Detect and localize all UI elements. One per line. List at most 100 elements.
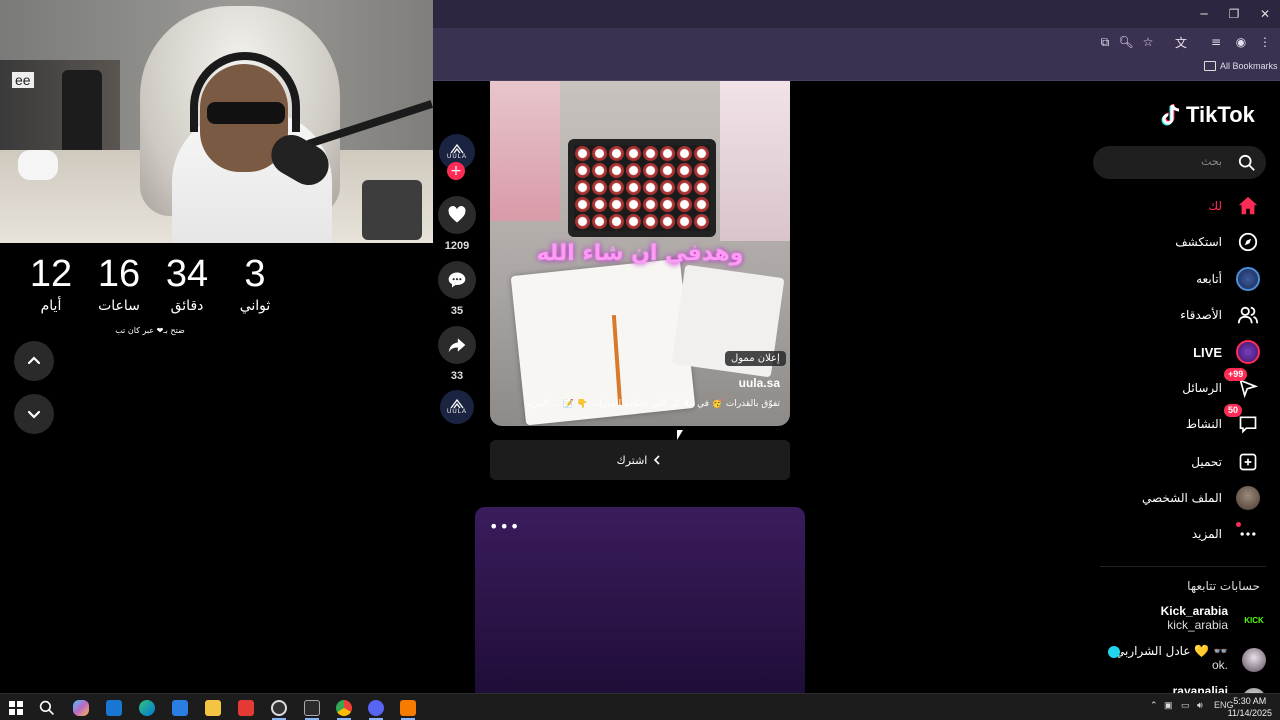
tiktok-logo[interactable]: TikTok	[1160, 102, 1255, 128]
taskbar-edge[interactable]	[134, 697, 160, 719]
taskbar-copilot[interactable]	[68, 697, 94, 719]
sound-disc[interactable]: UULA	[437, 390, 477, 424]
countdown-minutes: 34 دقائق	[154, 252, 220, 314]
restore-button[interactable]: ❐	[1219, 0, 1249, 28]
nav-more[interactable]: المزيد	[1192, 520, 1262, 548]
countdown-timer: 12 أيام 16 ساعات 34 دقائق 3 ثواني	[18, 252, 288, 314]
nav-label: استكشف	[1175, 235, 1222, 249]
account-name: عادل الشراربي 💛 👓	[1115, 644, 1228, 658]
minimize-button[interactable]: ─	[1189, 0, 1219, 28]
nav-messages[interactable]: الرسائل +99	[1182, 368, 1262, 402]
comment-count: 35	[450, 305, 464, 317]
comment-icon	[448, 272, 466, 288]
media-controls-icon[interactable]: ≡	[1208, 34, 1224, 50]
countdown-value: 12	[29, 253, 73, 295]
share-count: 33	[450, 370, 464, 382]
compass-icon	[1238, 232, 1258, 252]
taskbar-discord[interactable]	[363, 697, 389, 720]
more-notification-dot	[1236, 522, 1241, 527]
terminal-icon	[304, 700, 320, 716]
taskbar-terminal[interactable]	[299, 697, 325, 720]
taskbar-explorer[interactable]	[200, 697, 226, 719]
countdown-label: أيام	[40, 298, 62, 314]
heart-icon	[448, 206, 466, 223]
follow-plus-button[interactable]: +	[447, 162, 465, 180]
logo-text: TikTok	[1186, 102, 1255, 127]
share-icon	[448, 338, 466, 353]
taskbar-mail[interactable]	[101, 697, 127, 719]
video-username[interactable]: uula.sa	[739, 376, 780, 390]
next-video-button[interactable]	[14, 394, 54, 434]
clock-date: 11/14/2025	[1227, 708, 1272, 718]
video-player[interactable]: وهدفي ان شاء الله إعلان ممول uula.sa تفو…	[490, 81, 790, 426]
countdown-label: ساعات	[98, 298, 140, 314]
translate-icon[interactable]: 文	[1173, 34, 1189, 50]
subscribe-button[interactable]: اشترك	[490, 440, 790, 480]
following-account[interactable]: Kick_arabia kick_arabia	[1161, 604, 1228, 632]
uula-logo-icon	[450, 399, 464, 409]
nav-for-you[interactable]: لك	[1208, 192, 1262, 220]
discord-icon	[368, 700, 384, 716]
nav-live[interactable]: LIVE	[1193, 338, 1262, 366]
browser-menu-icon[interactable]: ⋮	[1257, 34, 1273, 50]
tray-overflow-icon[interactable]: ⌃	[1150, 700, 1158, 711]
tray-app-icon[interactable]: ▣	[1164, 700, 1173, 711]
search-icon	[39, 700, 54, 715]
all-bookmarks-button[interactable]: All Bookmarks	[1220, 61, 1278, 71]
taskbar-chrome[interactable]	[331, 697, 357, 720]
install-app-icon[interactable]: ⧉	[1097, 34, 1113, 50]
nav-label: المزيد	[1191, 527, 1222, 541]
zoom-icon[interactable]: 🔍︎	[1118, 34, 1134, 50]
taskbar-app[interactable]	[395, 697, 421, 720]
profile-icon[interactable]: ◉	[1233, 34, 1249, 50]
account-avatar[interactable]	[1242, 648, 1266, 672]
home-icon	[1238, 196, 1258, 215]
following-account[interactable]: عادل الشراربي 💛 👓 ok.	[1115, 644, 1228, 672]
nav-following[interactable]: أتابعه	[1196, 265, 1262, 293]
search-input[interactable]: بحث	[1093, 146, 1266, 179]
nav-friends[interactable]: الأصدقاء	[1180, 301, 1262, 329]
sponsored-badge: إعلان ممول	[725, 351, 786, 366]
nav-profile[interactable]: الملف الشخصي	[1142, 484, 1262, 512]
countdown-value: 34	[165, 253, 209, 295]
taskbar-wps[interactable]	[233, 697, 259, 719]
uula-logo-icon	[450, 144, 464, 154]
friends-icon	[1237, 306, 1259, 324]
taskbar-search-button[interactable]	[34, 697, 60, 719]
taskbar-obs[interactable]	[266, 697, 292, 720]
start-button[interactable]	[3, 697, 29, 719]
creator-logo-text: UULA	[446, 154, 467, 160]
kick-avatar[interactable]: KICK	[1242, 608, 1266, 632]
clock[interactable]: 5:30 AM 11/14/2025	[1228, 695, 1272, 719]
nav-explore[interactable]: استكشف	[1175, 228, 1262, 256]
countdown-value: 3	[244, 253, 266, 295]
following-accounts-title: حسابات تتابعها	[1187, 579, 1260, 593]
creator-avatar[interactable]: UULA +	[437, 134, 477, 182]
volume-icon[interactable]: 🔊︎	[1197, 700, 1203, 711]
video-options-button[interactable]: •••	[489, 517, 520, 536]
share-action[interactable]: 33	[437, 326, 477, 382]
sidebar-divider	[1100, 566, 1266, 567]
verified-badge-icon	[1108, 646, 1120, 658]
nav-label: الأصدقاء	[1180, 308, 1222, 322]
video-description[interactable]: تفوّق بالقدرات 🥳 في علا كل اللي تحتاجه ل…	[500, 399, 780, 409]
bookmark-star-icon[interactable]: ☆	[1140, 34, 1156, 50]
close-window-button[interactable]: ✕	[1250, 0, 1280, 28]
taskbar-store[interactable]	[167, 697, 193, 719]
countdown-value: 16	[97, 253, 141, 295]
next-video-preview[interactable]: •••	[475, 507, 805, 697]
nav-activity[interactable]: النشاط 50	[1185, 404, 1262, 438]
network-icon[interactable]: ▭	[1181, 700, 1190, 711]
browser-titlebar	[433, 0, 1280, 28]
live-icon	[1236, 340, 1260, 364]
folder-icon	[1204, 61, 1216, 71]
comment-action[interactable]: 35	[437, 261, 477, 317]
chevron-down-icon	[27, 410, 41, 419]
search-icon[interactable]	[1238, 154, 1256, 172]
previous-video-button[interactable]	[14, 341, 54, 381]
nav-upload[interactable]: تحميل	[1191, 448, 1262, 476]
nav-label: النشاط	[1185, 417, 1222, 431]
folder-icon	[205, 700, 221, 716]
like-action[interactable]: 1209	[437, 196, 477, 252]
nav-label: تحميل	[1191, 455, 1222, 469]
